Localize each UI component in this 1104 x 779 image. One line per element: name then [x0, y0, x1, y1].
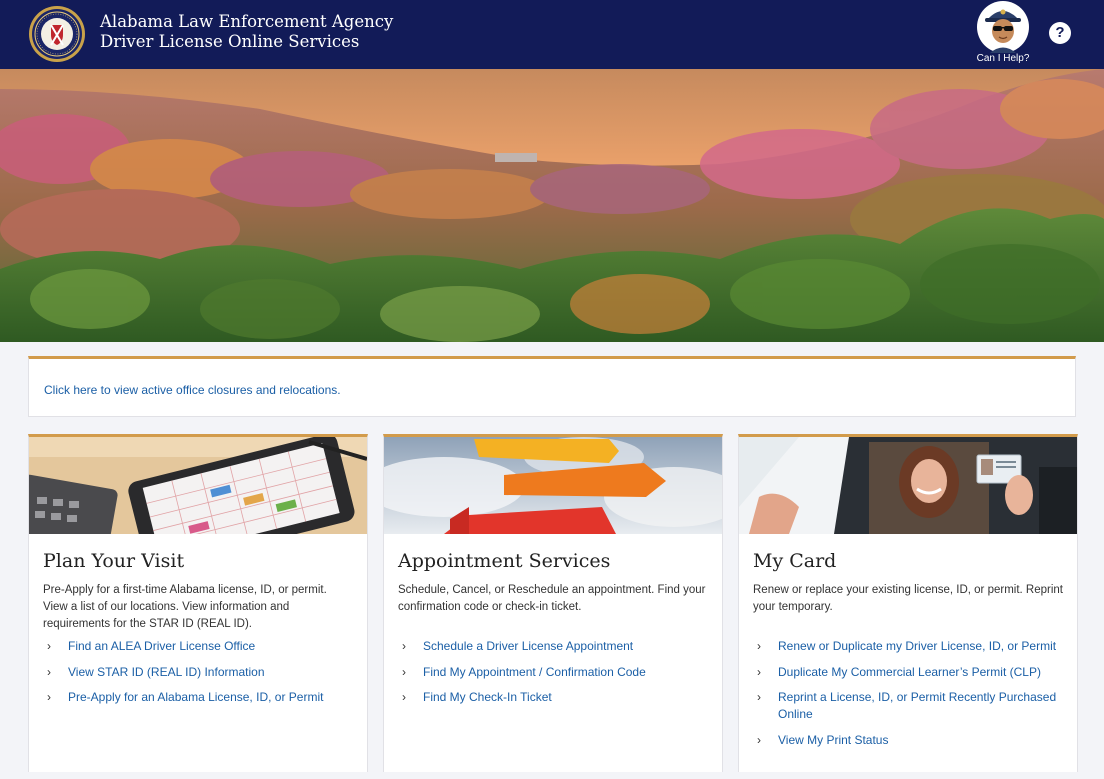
link-find-appointment[interactable]: › Find My Appointment / Confirmation Code: [398, 664, 716, 681]
chevron-right-icon: ›: [757, 690, 761, 704]
link-renew-duplicate[interactable]: › Renew or Duplicate my Driver License, I…: [753, 638, 1071, 655]
card-my-card: My Card Renew or replace your existing l…: [738, 434, 1078, 772]
signpost-image: [384, 437, 722, 534]
link-text[interactable]: View STAR ID (REAL ID) Information: [68, 665, 265, 679]
chevron-right-icon: ›: [757, 664, 761, 679]
link-duplicate-clp[interactable]: › Duplicate My Commercial Learner’s Permi…: [753, 664, 1071, 681]
link-schedule-appointment[interactable]: › Schedule a Driver License Appointment: [398, 638, 716, 655]
chevron-right-icon: ›: [757, 639, 761, 653]
card-links-list: › Schedule a Driver License Appointment ›…: [398, 638, 716, 715]
site-title[interactable]: Alabama Law Enforcement Agency Driver Li…: [100, 12, 393, 52]
calendar-tablet-image: [29, 437, 367, 534]
link-text[interactable]: Duplicate My Commercial Learner’s Permit…: [778, 665, 1041, 679]
card-title: Plan Your Visit: [43, 550, 185, 572]
site-title-line1: Alabama Law Enforcement Agency: [100, 12, 394, 31]
link-text[interactable]: Renew or Duplicate my Driver License, ID…: [778, 639, 1056, 653]
chevron-right-icon: ›: [47, 690, 51, 704]
site-header: Alabama Law Enforcement Agency Driver Li…: [0, 0, 1104, 69]
hero-banner-image: [0, 69, 1104, 342]
help-question-icon[interactable]: ?: [1049, 22, 1071, 44]
site-title-line2: Driver License Online Services: [100, 32, 360, 51]
card-description: Pre-Apply for a first-time Alabama licen…: [43, 584, 327, 630]
link-text[interactable]: View My Print Status: [778, 733, 888, 747]
office-closures-link[interactable]: Click here to view active office closure…: [44, 383, 341, 397]
link-text[interactable]: Find My Appointment / Confirmation Code: [423, 665, 646, 679]
chevron-right-icon: ›: [757, 732, 761, 747]
link-check-in-ticket[interactable]: › Find My Check-In Ticket: [398, 689, 716, 706]
trooper-assistant-icon[interactable]: [974, 0, 1032, 54]
card-links-list: › Renew or Duplicate my Driver License, I…: [753, 638, 1071, 757]
link-text[interactable]: Pre-Apply for an Alabama License, ID, or…: [68, 690, 323, 704]
card-links-list: › Find an ALEA Driver License Office › Vie…: [43, 638, 361, 715]
link-print-status[interactable]: › View My Print Status: [753, 732, 1071, 749]
chevron-right-icon: ›: [402, 690, 406, 704]
chevron-right-icon: ›: [47, 639, 51, 653]
card-plan-your-visit: Plan Your Visit Pre-Apply for a first-ti…: [28, 434, 368, 772]
card-description: Schedule, Cancel, or Reschedule an appoi…: [398, 584, 706, 613]
chevron-right-icon: ›: [402, 664, 406, 679]
link-find-office[interactable]: › Find an ALEA Driver License Office: [43, 638, 361, 655]
office-closures-notice: Click here to view active office closure…: [28, 356, 1076, 417]
link-text[interactable]: Find an ALEA Driver License Office: [68, 639, 255, 653]
link-text[interactable]: Reprint a License, ID, or Permit Recentl…: [778, 690, 1056, 721]
alea-seal-logo[interactable]: [28, 5, 86, 63]
link-text[interactable]: Schedule a Driver License Appointment: [423, 639, 633, 653]
can-i-help-label[interactable]: Can I Help?: [967, 53, 1039, 64]
card-title: My Card: [753, 550, 837, 572]
link-star-id-info[interactable]: › View STAR ID (REAL ID) Information: [43, 664, 361, 681]
chevron-right-icon: ›: [402, 639, 406, 653]
driver-with-license-image: [739, 437, 1077, 534]
card-appointment-services: Appointment Services Schedule, Cancel, o…: [383, 434, 723, 772]
chevron-right-icon: ›: [47, 664, 51, 679]
link-reprint[interactable]: › Reprint a License, ID, or Permit Recent…: [753, 689, 1071, 723]
link-pre-apply[interactable]: › Pre-Apply for an Alabama License, ID, o…: [43, 689, 361, 706]
card-title: Appointment Services: [398, 550, 611, 572]
card-description: Renew or replace your existing license, …: [753, 584, 1063, 613]
link-text[interactable]: Find My Check-In Ticket: [423, 690, 552, 704]
